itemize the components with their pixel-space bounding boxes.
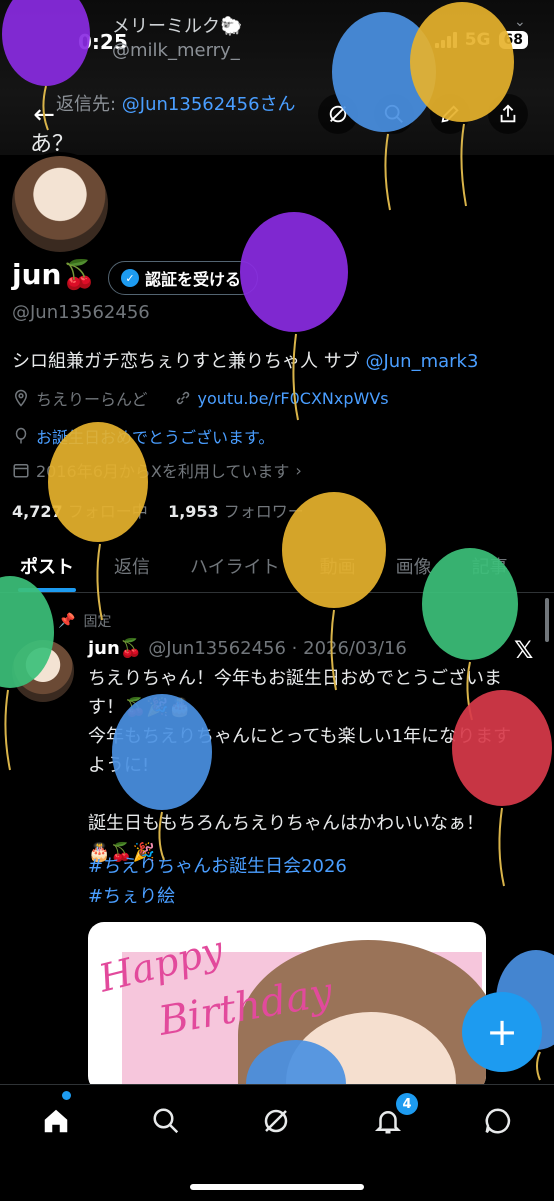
following-link[interactable]: 4,727 フォロー中 <box>12 502 148 521</box>
share-button[interactable] <box>488 94 528 134</box>
profile-joined[interactable]: 2016年6月からXを利用しています <box>36 458 289 482</box>
tab-highlights[interactable]: ハイライト <box>170 540 300 592</box>
nav-messages[interactable] <box>478 1101 518 1141</box>
profile-location: ちえりーらんど <box>36 390 148 409</box>
network-label: 5G <box>464 30 491 50</box>
edit-icon <box>441 105 459 123</box>
post-meta: @Jun13562456 · 2026/03/16 <box>148 638 407 659</box>
hashtag-link[interactable]: #ちえりちゃんお誕生日会2026 <box>88 852 347 878</box>
reply-author-name: メリーミルク🐑 <box>112 16 243 37</box>
reply-to-line: 返信先: @Jun13562456さん <box>56 90 296 116</box>
tab-replies[interactable]: 返信 <box>94 540 170 592</box>
reply-to-link[interactable]: @Jun13562456さん <box>122 94 296 115</box>
signal-icon <box>434 32 457 48</box>
edit-button[interactable] <box>430 94 470 134</box>
search-icon <box>384 104 403 123</box>
calendar-icon <box>13 464 29 478</box>
grok-icon <box>329 105 347 123</box>
home-icon <box>44 1109 68 1133</box>
home-unread-dot <box>62 1091 71 1100</box>
battery-icon: 68 <box>498 31 528 49</box>
profile-meta-row-1: ちえりーらんど youtu.be/rF0CXNxpWVs <box>12 386 389 410</box>
followers-label: フォロワー <box>223 502 304 521</box>
plus-icon: + <box>486 1010 518 1054</box>
tab-posts[interactable]: ポスト <box>0 540 94 592</box>
verified-badge-icon: ✓ <box>121 269 139 287</box>
back-arrow-icon: ← <box>33 100 55 130</box>
messages-icon <box>485 1108 511 1134</box>
profile-tabs: ポスト 返信 ハイライト 動画 画像 記事 <box>0 540 554 593</box>
profile-banner <box>0 0 554 155</box>
x-logo-icon: 𝕏 <box>514 636 534 664</box>
search-button[interactable] <box>374 94 414 134</box>
followers-count: 1,953 <box>168 502 219 521</box>
scrollbar[interactable] <box>545 598 549 642</box>
grok-icon <box>264 1109 288 1133</box>
compose-button[interactable]: + <box>462 992 542 1072</box>
balloon-icon <box>15 427 27 444</box>
notification-count-badge: 4 <box>396 1093 418 1115</box>
post-header: jun🍒 @Jun13562456 · 2026/03/16 <box>88 638 407 659</box>
profile-birthday[interactable]: お誕生日おめでとうございます。 <box>36 424 274 448</box>
profile-bio: シロ組兼ガチ恋ちぇりすと兼りちゃ人 サブ @Jun_mark3 <box>12 347 478 373</box>
nav-home[interactable] <box>36 1101 76 1141</box>
reply-prefix: 返信先: <box>56 94 122 115</box>
profile-handle: @Jun13562456 <box>12 302 150 323</box>
reply-author-handle: @milk_merry_ <box>112 40 240 61</box>
tab-articles[interactable]: 記事 <box>452 540 528 592</box>
nav-grok[interactable] <box>256 1101 296 1141</box>
profile-meta-row-2: お誕生日おめでとうございます。 <box>12 424 274 448</box>
post-author[interactable]: jun🍒 <box>88 638 142 659</box>
search-icon <box>153 1108 179 1134</box>
post-body: ちえりちゃん！今年もお誕生日おめでとうございます！🍒🎉🎂 今年もちえりちゃんにと… <box>88 668 512 863</box>
home-indicator <box>190 1184 364 1190</box>
get-verified-button[interactable]: ✓ 認証を受ける <box>108 261 259 295</box>
chevron-down-icon[interactable]: ⌄ <box>514 14 526 30</box>
status-indicators: 5G 68 <box>434 30 528 50</box>
hashtag-link[interactable]: #ちぇり絵 <box>88 882 175 908</box>
bio-text: シロ組兼ガチ恋ちぇりすと兼りちゃ人 サブ <box>12 351 366 372</box>
followers-link[interactable]: 1,953 フォロワー <box>168 502 304 521</box>
pinned-label: 固定 <box>83 614 112 630</box>
profile-website-link[interactable]: youtu.be/rF0CXNxpWVs <box>198 389 389 408</box>
link-icon <box>176 391 189 405</box>
following-count: 4,727 <box>12 502 63 521</box>
share-icon <box>500 104 516 123</box>
bio-mention-link[interactable]: @Jun_mark3 <box>365 351 478 372</box>
nav-search[interactable] <box>146 1101 186 1141</box>
chevron-right-icon: › <box>295 460 302 480</box>
tab-images[interactable]: 画像 <box>376 540 452 592</box>
tab-videos[interactable]: 動画 <box>300 540 376 592</box>
grok-button[interactable] <box>318 94 358 134</box>
follow-counts: 4,727 フォロー中 1,953 フォロワー <box>12 498 304 522</box>
pinned-indicator: 📌 固定 <box>58 611 111 631</box>
post-avatar[interactable] <box>12 640 74 702</box>
profile-avatar[interactable] <box>8 152 112 256</box>
post-image[interactable]: Happy Birthday <box>88 922 486 1092</box>
get-verified-label: 認証を受ける <box>145 270 242 289</box>
back-button[interactable]: ← <box>24 95 64 135</box>
pin-icon: 📌 <box>58 613 76 629</box>
following-label: フォロー中 <box>67 502 148 521</box>
profile-name: jun🍒 <box>12 258 97 291</box>
profile-meta-row-3: 2016年6月からXを利用しています › <box>12 458 302 482</box>
location-icon <box>14 389 28 407</box>
